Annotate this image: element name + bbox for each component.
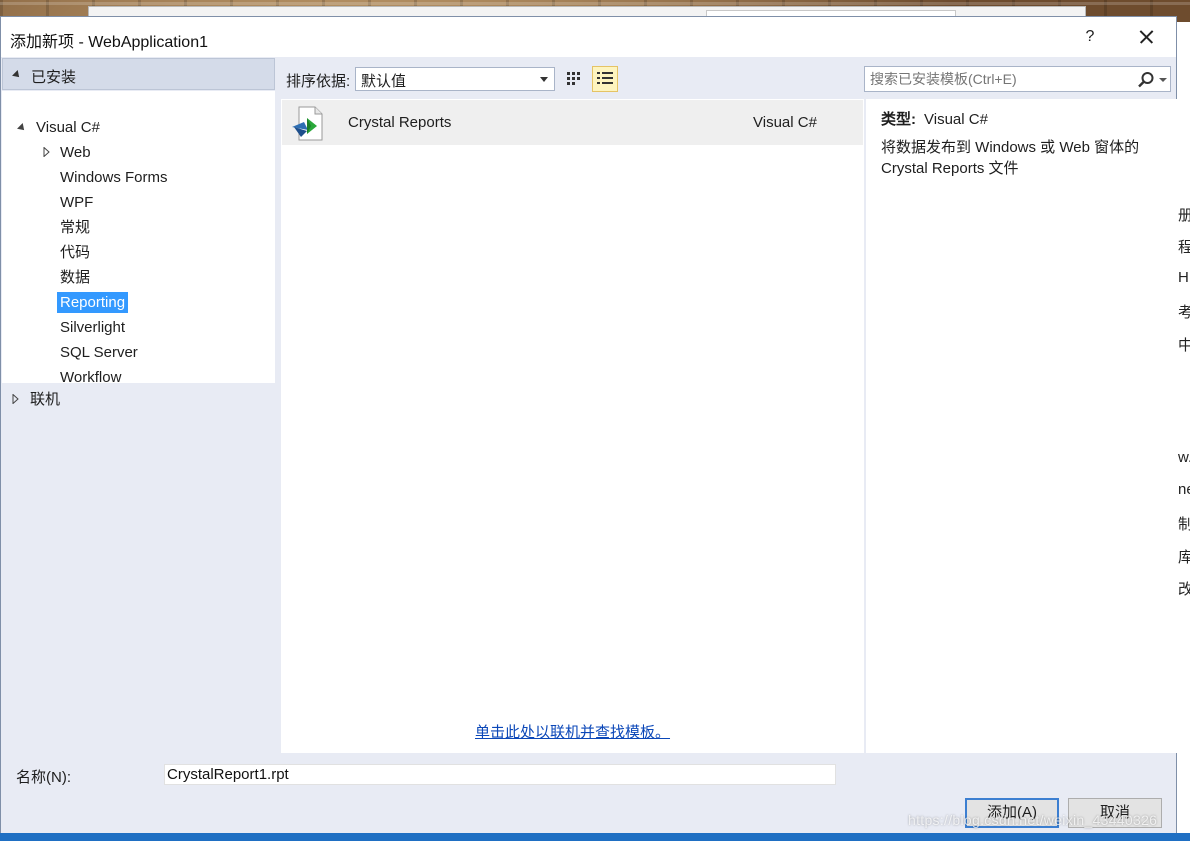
help-button[interactable]: ? xyxy=(1079,25,1101,49)
background-text: H xyxy=(1178,269,1189,286)
title-bar[interactable]: 添加新项 - WebApplication1 ? xyxy=(1,17,1176,57)
background-text: 册 xyxy=(1178,204,1190,225)
tree-node-general[interactable]: 常规 xyxy=(60,216,90,240)
chevron-down-icon xyxy=(540,77,548,82)
crystal-reports-icon xyxy=(292,106,323,141)
template-item-crystal-reports[interactable]: Crystal Reports Visual C# xyxy=(282,100,863,145)
grid-view-icon xyxy=(567,72,580,85)
tree-node-code[interactable]: 代码 xyxy=(60,241,90,265)
installed-header[interactable]: 已安装 xyxy=(2,58,275,90)
collapsed-arrow-icon xyxy=(43,147,50,157)
background-text: 制 xyxy=(1178,513,1190,534)
sort-by-label: 排序依据: xyxy=(286,73,351,90)
tree-node-reporting[interactable]: Reporting xyxy=(57,291,129,315)
tree-node-label: Workflow xyxy=(60,369,122,386)
name-input[interactable] xyxy=(164,764,836,785)
tree-node-wpf[interactable]: WPF xyxy=(60,191,93,215)
background-text: 中 xyxy=(1178,334,1190,355)
close-button[interactable] xyxy=(1132,23,1160,51)
dialog-title: 添加新项 - WebApplication1 xyxy=(10,34,209,51)
expanded-arrow-icon xyxy=(12,70,22,80)
tree-node-label: WPF xyxy=(60,194,94,211)
taskbar-strip xyxy=(0,833,1190,841)
list-view-button[interactable] xyxy=(592,66,618,92)
background-text: 考 xyxy=(1178,301,1190,322)
online-label: 联机 xyxy=(30,391,61,408)
find-templates-online-link[interactable]: 单击此处以联机并查找模板。 xyxy=(475,721,670,742)
detail-type-value: Visual C# xyxy=(924,111,988,128)
installed-label: 已安装 xyxy=(31,69,77,86)
tree-node-label: SQL Server xyxy=(60,344,138,361)
tree-node-label: Web xyxy=(60,144,91,161)
add-new-item-dialog: 添加新项 - WebApplication1 ? 已安装 Visual C# W… xyxy=(0,16,1177,834)
tree-node-silverlight[interactable]: Silverlight xyxy=(60,316,125,340)
detail-description: 将数据发布到 Windows 或 Web 窗体的 Crystal Reports… xyxy=(881,139,1140,177)
template-language: Visual C# xyxy=(753,114,817,131)
tree-node-label: Windows Forms xyxy=(60,169,168,186)
list-view-icon xyxy=(597,72,613,84)
background-text: 改 xyxy=(1178,578,1190,599)
collapsed-arrow-icon xyxy=(12,394,19,404)
template-category-tree: Visual C# Web Windows Forms WPF 常规 代码 数据… xyxy=(2,91,275,386)
online-header[interactable]: 联机 xyxy=(2,387,275,415)
tree-node-label: Silverlight xyxy=(60,319,126,336)
sort-by-value: 默认值 xyxy=(361,73,407,90)
small-icons-view-button[interactable] xyxy=(562,66,588,92)
background-window-edge: 册 程 H 考 中 w.c ne 制 库 改 xyxy=(1176,22,1190,841)
tree-node-label: 数据 xyxy=(60,269,91,286)
expanded-arrow-icon xyxy=(17,123,27,133)
background-text: 程 xyxy=(1178,236,1190,257)
background-text: ne xyxy=(1178,481,1190,498)
tree-node-data[interactable]: 数据 xyxy=(60,266,90,290)
watermark-text: https://blog.csdn.net/weixin_43440326 xyxy=(908,812,1158,828)
name-label: 名称(N): xyxy=(16,769,71,786)
tree-node-windows-forms[interactable]: Windows Forms xyxy=(60,166,168,190)
template-name: Crystal Reports xyxy=(348,114,452,131)
template-search-input[interactable] xyxy=(870,70,1125,88)
background-text: 库 xyxy=(1178,546,1190,567)
tree-node-label: 代码 xyxy=(60,244,91,261)
tree-node-sql-server[interactable]: SQL Server xyxy=(60,341,138,365)
tree-node-label: Visual C# xyxy=(36,119,100,136)
detail-type-row: 类型: Visual C# xyxy=(881,108,988,129)
template-list: Crystal Reports Visual C# 单击此处以联机并查找模板。 xyxy=(281,99,864,753)
detail-type-label: 类型: xyxy=(881,111,916,128)
sort-by-dropdown[interactable]: 默认值 xyxy=(355,67,555,91)
template-search-box xyxy=(864,66,1171,92)
background-text: w.c xyxy=(1178,449,1190,466)
search-icon[interactable] xyxy=(1137,71,1155,89)
tree-node-label: 常规 xyxy=(60,219,91,236)
template-details: 类型: Visual C# 将数据发布到 Windows 或 Web 窗体的 Cr… xyxy=(866,99,1177,753)
search-options-arrow-icon[interactable] xyxy=(1159,78,1167,82)
tree-node-label: Reporting xyxy=(57,292,129,313)
